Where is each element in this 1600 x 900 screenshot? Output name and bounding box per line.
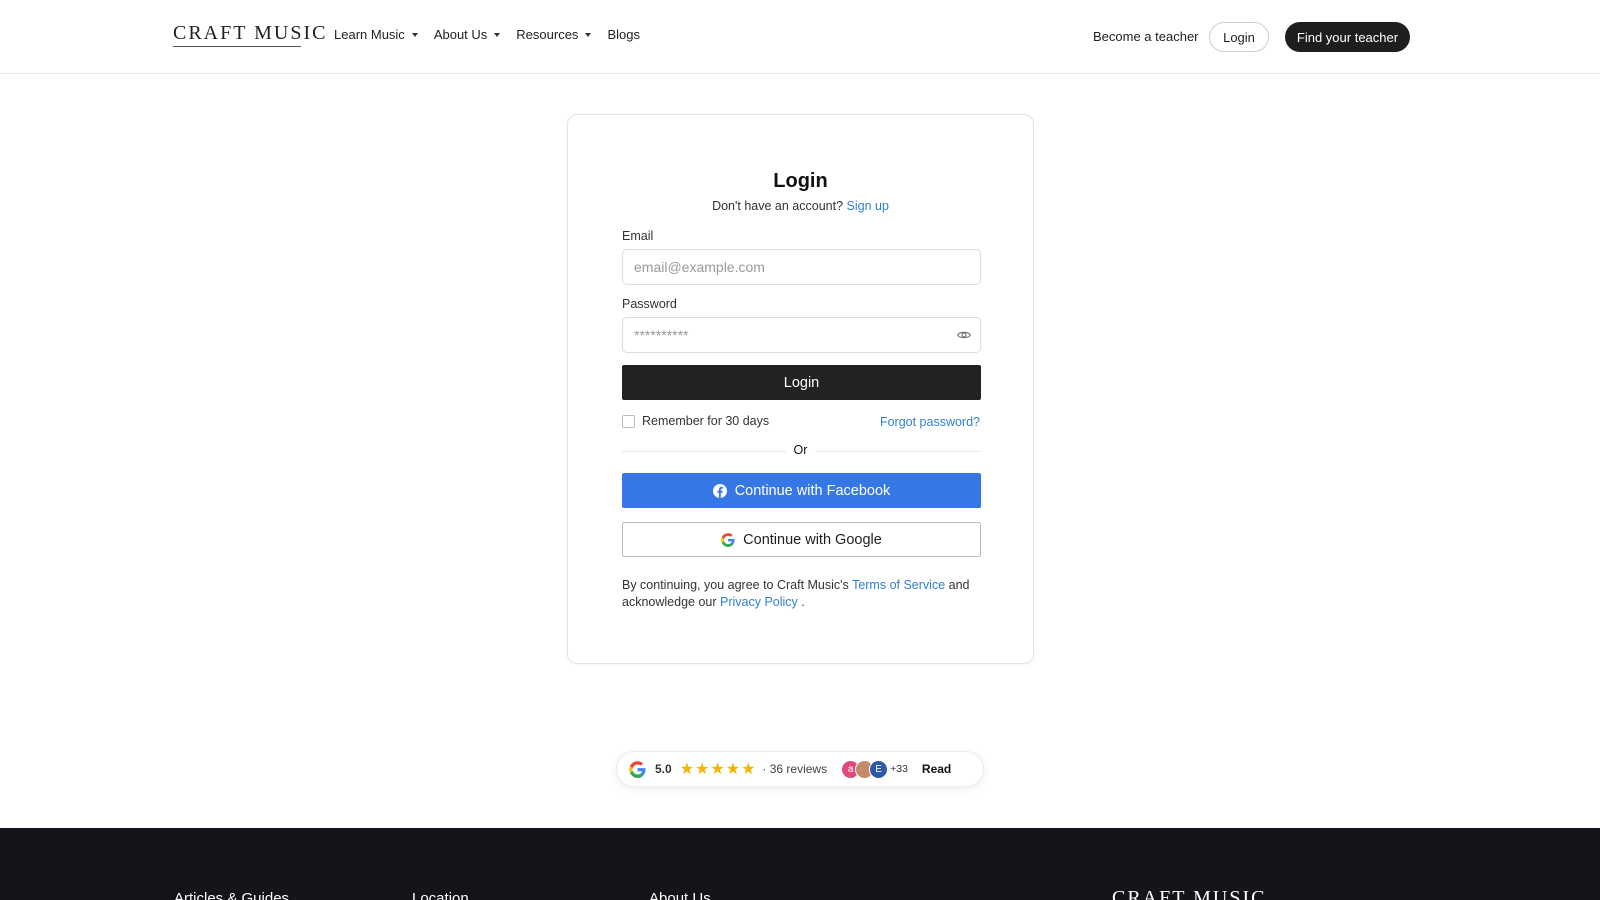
privacy-link[interactable]: Privacy Policy xyxy=(720,595,798,609)
nav-resources[interactable]: Resources xyxy=(516,27,592,42)
page-title: Login xyxy=(773,170,828,192)
footer-articles-heading: Articles & Guides xyxy=(174,890,290,900)
password-field[interactable] xyxy=(622,317,981,353)
google-icon xyxy=(721,532,735,547)
nav-resources-label: Resources xyxy=(516,27,579,42)
remember-label: Remember for 30 days xyxy=(642,414,770,428)
google-login-button[interactable]: Continue with Google xyxy=(622,522,981,557)
nav-learn-music-label: Learn Music xyxy=(334,27,405,42)
nav-blogs-label: Blogs xyxy=(607,27,640,42)
remember-checkbox[interactable] xyxy=(622,414,635,428)
site-footer: Articles & Guides Location About Us CRAF… xyxy=(0,828,1600,900)
footer-about-heading: About Us xyxy=(649,890,711,900)
signup-prompt: Don't have an account? Sign up xyxy=(568,199,1033,213)
facebook-icon xyxy=(712,483,727,498)
nav-blogs[interactable]: Blogs xyxy=(607,27,640,42)
more-reviewers-count: +33 xyxy=(890,763,908,775)
header-login-button[interactable]: Login xyxy=(1209,22,1269,52)
chevron-down-icon xyxy=(494,32,501,37)
google-reviews-badge[interactable]: 5.0 ★★★★★ · 36 reviews a E +33 Read xyxy=(616,751,984,787)
google-icon xyxy=(629,760,646,778)
email-field[interactable] xyxy=(622,249,981,285)
footer-location-heading: Location xyxy=(412,890,469,900)
review-count: · 36 reviews xyxy=(762,762,828,776)
password-wrapper xyxy=(622,317,981,353)
main-nav: Learn Music About Us Resources Blogs xyxy=(334,27,656,42)
nav-learn-music[interactable]: Learn Music xyxy=(334,27,418,42)
find-teacher-button[interactable]: Find your teacher xyxy=(1285,22,1410,52)
remember-me[interactable]: Remember for 30 days xyxy=(622,414,769,428)
no-account-text: Don't have an account? xyxy=(712,199,844,213)
footer-logo[interactable]: CRAFT MUSIC xyxy=(1112,887,1266,900)
site-header: CRAFT MUSIC Learn Music About Us Resourc… xyxy=(0,0,1600,74)
avatar: E xyxy=(869,759,889,779)
read-reviews-link[interactable]: Read xyxy=(922,762,951,776)
or-separator: Or xyxy=(568,443,1033,457)
email-label: Email xyxy=(622,229,654,243)
forgot-password-link[interactable]: Forgot password? xyxy=(880,415,980,429)
facebook-login-button[interactable]: Continue with Facebook xyxy=(622,473,981,508)
nav-about-us-label: About Us xyxy=(433,27,488,42)
facebook-button-label: Continue with Facebook xyxy=(734,482,891,499)
nav-about-us[interactable]: About Us xyxy=(433,27,501,42)
password-label: Password xyxy=(622,297,677,311)
chevron-down-icon xyxy=(411,32,418,37)
reviewer-avatars: a E +33 xyxy=(841,759,908,779)
craft-music-logo[interactable]: CRAFT MUSIC xyxy=(173,22,325,56)
become-teacher-link[interactable]: Become a teacher xyxy=(1093,29,1199,44)
login-button[interactable]: Login xyxy=(622,365,981,400)
legal-text: By continuing, you agree to Craft Music'… xyxy=(622,577,987,611)
logo-text: CRAFT MUSIC xyxy=(173,22,328,44)
eye-icon[interactable] xyxy=(956,327,972,343)
legal-prefix: By continuing, you agree to Craft Music'… xyxy=(622,578,849,592)
chevron-down-icon xyxy=(585,32,592,37)
google-button-label: Continue with Google xyxy=(743,531,882,548)
star-rating: ★★★★★ xyxy=(679,761,757,778)
login-card: Login Don't have an account? Sign up Ema… xyxy=(567,114,1034,664)
legal-suffix: . xyxy=(801,595,805,609)
rating-value: 5.0 xyxy=(655,762,672,776)
logo-underline xyxy=(173,46,301,47)
terms-link[interactable]: Terms of Service xyxy=(852,578,945,592)
or-text: Or xyxy=(785,443,816,457)
sign-up-link[interactable]: Sign up xyxy=(847,199,889,213)
